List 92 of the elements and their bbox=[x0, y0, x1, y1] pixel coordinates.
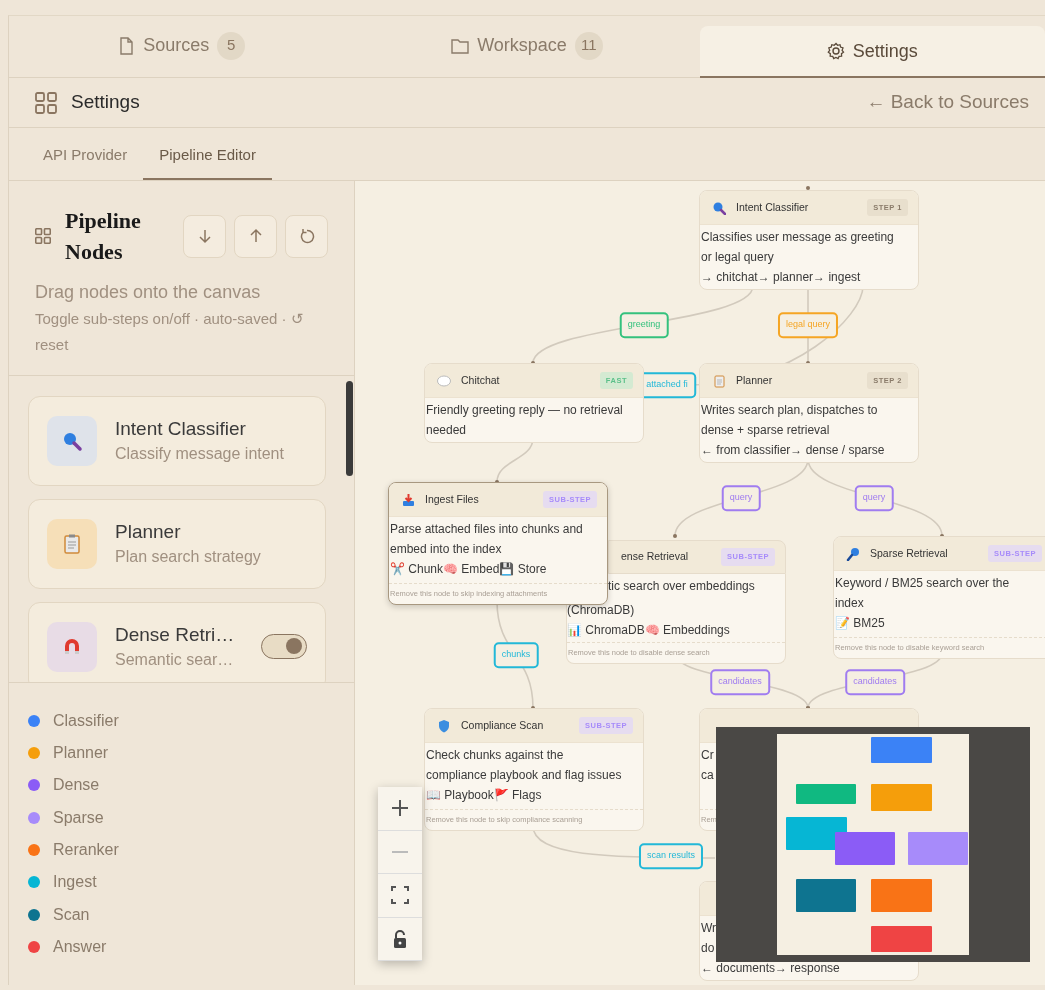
node-text: Classifies user message as greeting bbox=[701, 229, 895, 246]
node-title: Chitchat bbox=[461, 372, 500, 388]
node-text: Cr bbox=[701, 747, 715, 764]
grid-icon bbox=[35, 91, 57, 114]
edge-label: scan results bbox=[639, 843, 703, 869]
tab[interactable]: Pipeline Editor bbox=[143, 143, 272, 180]
edge-label: candidates bbox=[710, 669, 770, 695]
node-text: dense + sparse retrieval bbox=[701, 422, 831, 439]
legend-label: Reranker bbox=[53, 839, 119, 860]
icon-button[interactable] bbox=[183, 214, 226, 258]
node-title: Intent Classifier bbox=[736, 199, 809, 215]
count-badge: 11 bbox=[574, 31, 603, 60]
node-text: 📝 BM25 bbox=[835, 615, 886, 632]
node-text: → chitchat→ planner→ ingest bbox=[701, 269, 862, 286]
node-text: Keyword / BM25 search over the bbox=[835, 575, 1011, 592]
card-title: Dense Retri… bbox=[115, 622, 235, 647]
node-text: ✂ Chunk🧠 Embed💾 Store bbox=[390, 561, 548, 578]
page-title: Settings bbox=[71, 90, 140, 115]
node-text: ← documents→ response bbox=[701, 960, 841, 977]
legend-label: Answer bbox=[53, 936, 107, 957]
toggle-switch[interactable] bbox=[261, 634, 307, 660]
folder-icon bbox=[451, 36, 470, 55]
node-title: ense Retrieval bbox=[621, 549, 689, 565]
node-text: Wr bbox=[701, 920, 718, 937]
node-text: compliance playbook and flag issues bbox=[426, 767, 623, 784]
zoom-out-icon bbox=[391, 850, 409, 853]
card-description: Plan search strategy bbox=[115, 546, 261, 567]
node-title: Ingest Files bbox=[425, 491, 479, 507]
lock-button[interactable] bbox=[378, 917, 422, 961]
node-card[interactable]: Dense Retri… Semantic sear… bbox=[28, 601, 326, 682]
node-text: Parse attached files into chunks and bbox=[390, 521, 584, 538]
edge-label: candidates bbox=[845, 669, 905, 695]
handle-dot[interactable] bbox=[806, 186, 810, 190]
node-card[interactable]: Intent Classifier Classify message intent bbox=[28, 395, 326, 486]
edge-label: query bbox=[721, 485, 761, 511]
card-description: Semantic sear… bbox=[115, 649, 235, 670]
panel-hint: Toggle sub-steps on/off · auto-saved · ↺ reset bbox=[35, 309, 305, 355]
node-text: ca bbox=[701, 767, 715, 784]
reset-icon bbox=[298, 228, 315, 244]
download-icon bbox=[196, 228, 213, 244]
node-text: Check chunks against the bbox=[426, 747, 565, 764]
card-title: Intent Classifier bbox=[115, 416, 247, 441]
node-text: do bbox=[701, 940, 716, 957]
magnifier-icon bbox=[712, 200, 726, 215]
fit-view-icon bbox=[391, 886, 409, 905]
speech-bubble-icon bbox=[437, 373, 451, 388]
node-text: ← from classifier→ dense / sparse bbox=[701, 442, 886, 459]
key-icon bbox=[846, 546, 860, 561]
node-card[interactable]: Planner Plan search strategy bbox=[28, 498, 326, 589]
icon-button[interactable] bbox=[234, 214, 277, 258]
node-text: 📊 ChromaDB🧠 Embeddings bbox=[567, 622, 731, 639]
node-text: index bbox=[835, 595, 865, 612]
node-text: Writes search plan, dispatches to bbox=[701, 402, 879, 419]
node-text: Friendly greeting reply — no retrieval bbox=[426, 402, 624, 419]
zoom-in-icon bbox=[391, 799, 409, 818]
minimap-overlay[interactable] bbox=[716, 727, 1030, 962]
scrollbar[interactable] bbox=[346, 381, 353, 476]
node-title: Planner bbox=[736, 372, 773, 388]
node-text: needed bbox=[426, 422, 468, 439]
lock-icon bbox=[391, 929, 409, 948]
zoom-in-button[interactable] bbox=[378, 787, 422, 831]
edge-label: query bbox=[854, 485, 894, 511]
node-text: embed into the index bbox=[390, 541, 503, 558]
legend-label: Dense bbox=[53, 775, 100, 796]
file-icon bbox=[118, 36, 136, 55]
legend-label: Scan bbox=[53, 904, 90, 925]
icon-button[interactable] bbox=[285, 214, 328, 258]
legend-label: Ingest bbox=[53, 872, 97, 893]
card-title: Planner bbox=[115, 519, 182, 544]
tray-icon bbox=[401, 492, 415, 507]
panel-title: Pipeline Nodes bbox=[65, 207, 142, 266]
legend-label: Planner bbox=[53, 743, 109, 764]
legend-label: Classifier bbox=[53, 710, 119, 731]
tab[interactable]: Settings bbox=[699, 26, 1045, 78]
count-badge: 5 bbox=[217, 31, 246, 60]
settings-icon bbox=[826, 42, 845, 60]
shield-icon bbox=[437, 718, 451, 733]
node-text: tic search over embeddings bbox=[608, 574, 786, 596]
card-description: Classify message intent bbox=[115, 443, 284, 464]
node-title: Sparse Retrieval bbox=[870, 545, 948, 561]
edge-label: legal query bbox=[778, 312, 838, 338]
edge-label: greeting bbox=[619, 312, 669, 338]
clipboard-icon bbox=[712, 373, 726, 388]
node-text: 📖 Playbook🚩 Flags bbox=[426, 787, 543, 804]
panel-subtitle: Drag nodes onto the canvas bbox=[35, 281, 262, 304]
edge-label: chunks bbox=[493, 642, 539, 668]
node-text: or legal query bbox=[701, 249, 775, 266]
fit-view-button[interactable] bbox=[378, 874, 422, 918]
node-title: Compliance Scan bbox=[461, 717, 544, 733]
grid-icon bbox=[35, 228, 51, 244]
clipboard-icon bbox=[61, 532, 83, 555]
legend-label: Sparse bbox=[53, 807, 104, 828]
